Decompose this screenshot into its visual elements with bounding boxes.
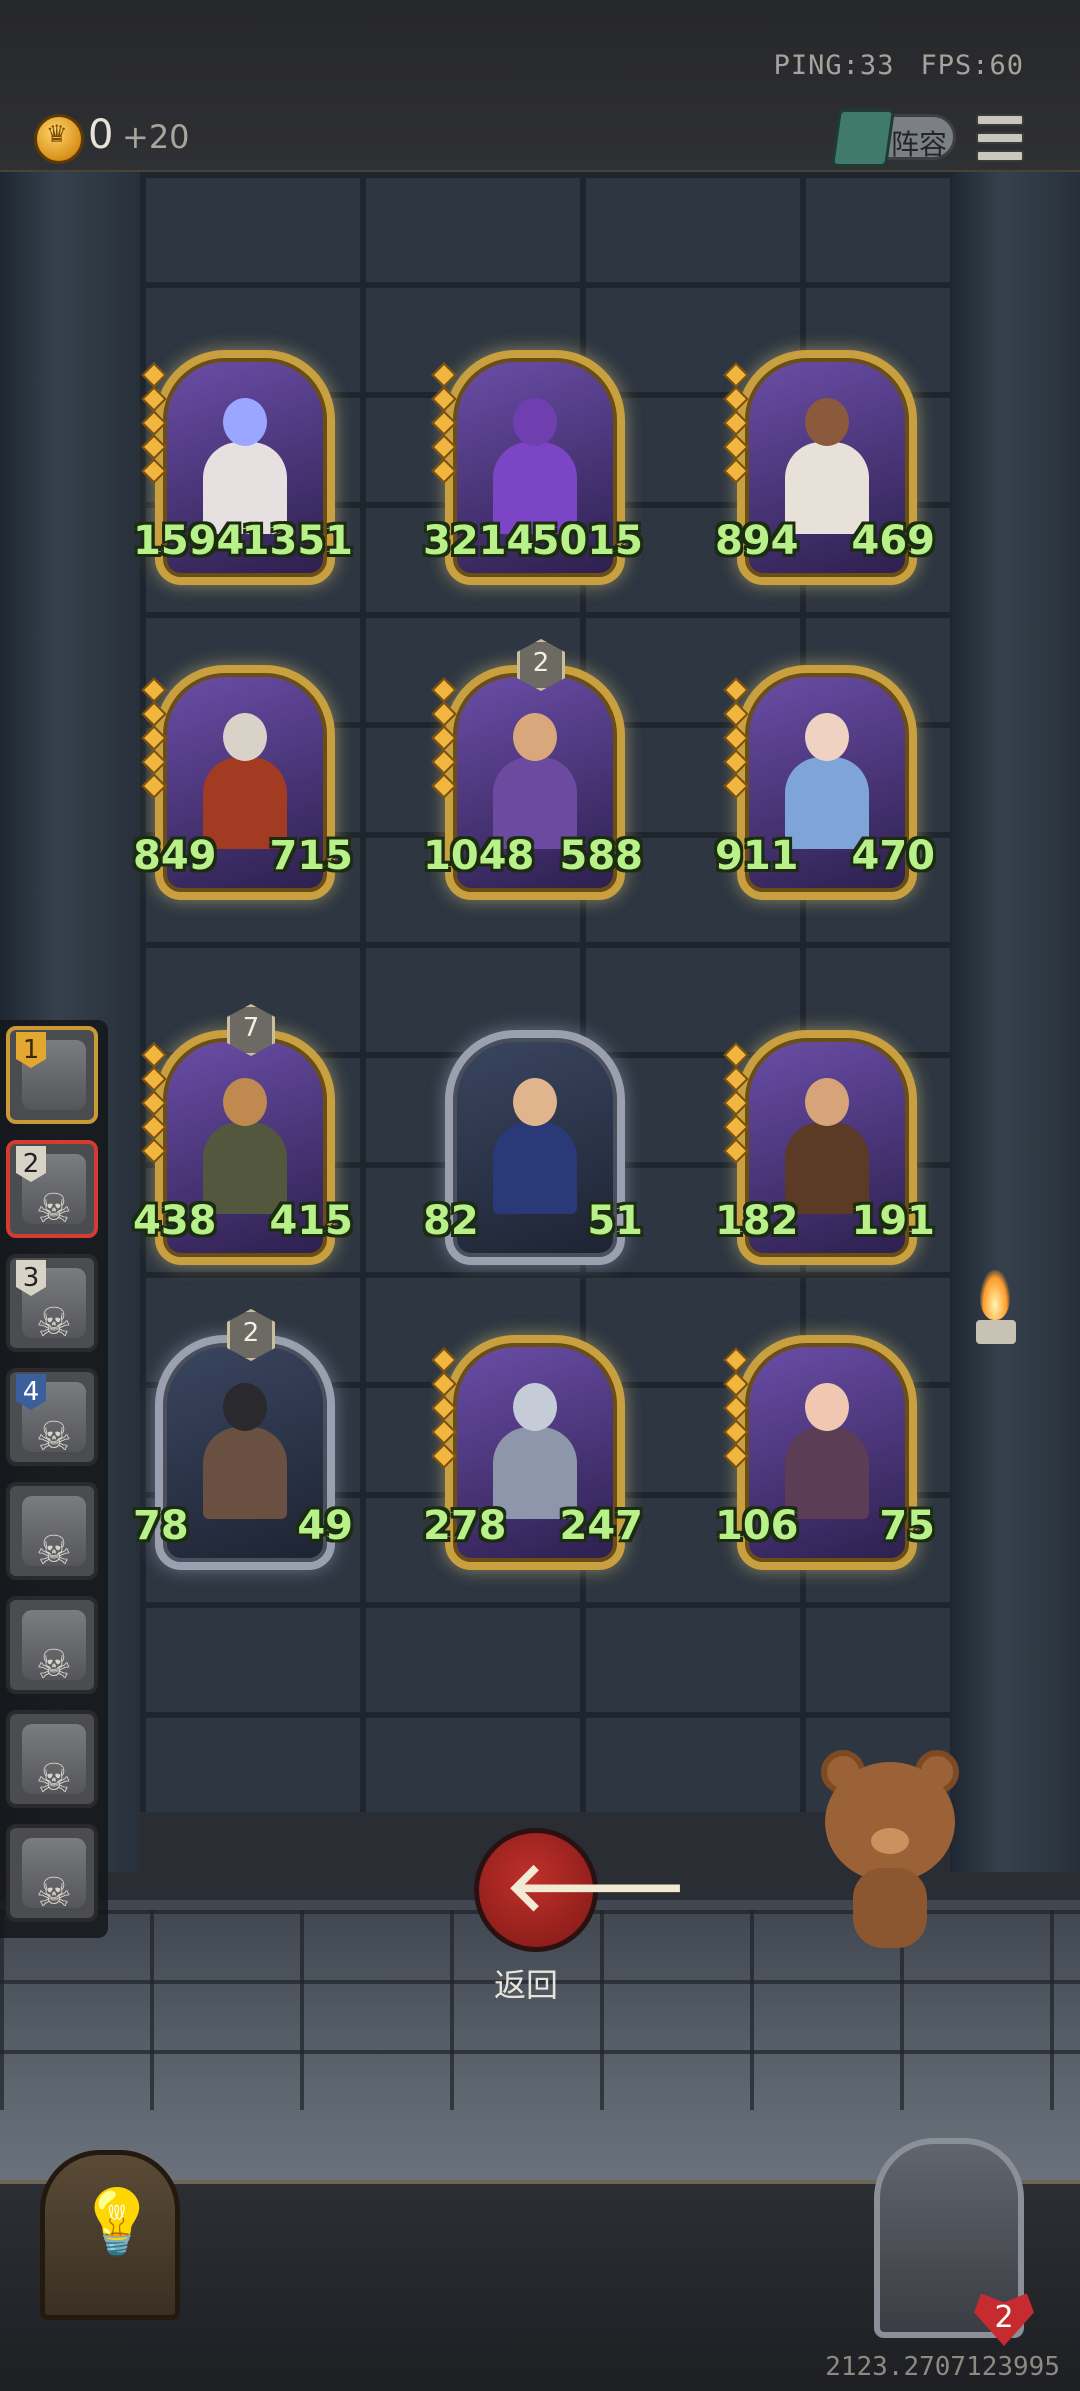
lightbulb-icon: 💡 — [77, 2186, 157, 2260]
menu-button[interactable] — [976, 114, 1024, 162]
top-bar: PING:33 FPS:60 0 +20 阵容 — [0, 0, 1080, 173]
star-gems-icon — [141, 1042, 167, 1166]
torch-icon — [976, 1270, 1016, 1344]
roster-slot[interactable]: ☠ — [6, 1482, 98, 1580]
hero-card[interactable]: 7 438 415 — [133, 1004, 353, 1265]
attack-value: 849 — [133, 833, 217, 879]
gold-coin-icon — [34, 114, 84, 164]
attack-value: 82 — [423, 1198, 479, 1244]
health-value: 191 — [851, 1198, 936, 1244]
star-gems-icon — [431, 1347, 457, 1471]
star-gems-icon — [431, 362, 457, 486]
hero-portrait — [185, 699, 305, 849]
health-value: 470 — [851, 833, 936, 879]
hint-button[interactable]: 💡 — [40, 2150, 180, 2320]
health-value: 51 — [587, 1198, 643, 1244]
hero-portrait — [767, 1369, 887, 1519]
hero-card[interactable]: 3214 5015 — [423, 350, 643, 585]
attack-value: 1048 — [423, 833, 535, 879]
attack-value: 278 — [423, 1503, 507, 1549]
hero-card[interactable]: 2 78 49 — [133, 1309, 353, 1570]
health-value: 247 — [559, 1503, 644, 1549]
star-gems-icon — [723, 1042, 749, 1166]
roster-slot[interactable]: ☠ — [6, 1710, 98, 1808]
hero-portrait — [475, 699, 595, 849]
game-seed: 2123.2707123995 — [825, 2352, 1060, 2382]
attack-value: 182 — [715, 1198, 799, 1244]
attack-value: 438 — [133, 1198, 217, 1244]
health-value: 49 — [297, 1503, 353, 1549]
hero-card[interactable]: 82 51 — [423, 1030, 643, 1265]
bear-mascot[interactable] — [815, 1750, 965, 1960]
health-value: 588 — [559, 833, 644, 879]
star-gems-icon — [141, 677, 167, 801]
star-gems-icon — [431, 677, 457, 801]
hero-card[interactable]: 911 470 — [715, 665, 935, 900]
hero-portrait — [185, 1064, 305, 1214]
star-gems-icon — [141, 362, 167, 486]
hero-portrait — [185, 384, 305, 534]
health-value: 469 — [851, 518, 936, 564]
roster-slot[interactable]: 1 — [6, 1026, 98, 1124]
lineup-button[interactable]: 阵容 — [830, 109, 956, 167]
gold-income: +20 — [122, 118, 190, 156]
attack-value: 894 — [715, 518, 799, 564]
roster-slot[interactable]: ☠ 4 — [6, 1368, 98, 1466]
roster-slot[interactable]: ☠ 2 — [6, 1140, 98, 1238]
menu-icon — [976, 114, 1024, 126]
hero-card[interactable]: 278 247 — [423, 1335, 643, 1570]
skull-icon: ☠ — [36, 1870, 72, 1916]
health-value: 715 — [269, 833, 354, 879]
hero-card[interactable]: 2 1048 588 — [423, 639, 643, 900]
hero-portrait — [475, 1064, 595, 1214]
attack-value: 3214 — [423, 518, 535, 564]
roster-slot[interactable]: ☠ 3 — [6, 1254, 98, 1352]
hero-portrait — [475, 384, 595, 534]
star-gems-icon — [723, 1347, 749, 1471]
star-gems-icon — [723, 677, 749, 801]
skull-icon: ☠ — [36, 1756, 72, 1802]
health-value: 415 — [269, 1198, 354, 1244]
lives-count: 2 — [994, 2300, 1014, 2335]
attack-value: 911 — [715, 833, 799, 879]
skull-icon: ☠ — [36, 1642, 72, 1688]
hero-portrait — [767, 384, 887, 534]
hero-card[interactable]: 182 191 — [715, 1030, 935, 1265]
attack-value: 78 — [133, 1503, 189, 1549]
hero-portrait — [767, 699, 887, 849]
ping-readout: PING:33 — [773, 50, 895, 81]
roster-slot[interactable]: ☠ — [6, 1824, 98, 1922]
gold-count: 0 — [88, 112, 114, 158]
opponent-roster: 1 ☠ 2 ☠ 3 ☠ 4 ☠ ☠ ☠ ☠ — [0, 1020, 108, 1938]
arrow-left-icon: 🡐 — [505, 1848, 688, 1927]
book-icon — [830, 109, 896, 167]
skull-icon: ☠ — [36, 1300, 72, 1346]
star-gems-icon — [723, 362, 749, 486]
skull-icon: ☠ — [36, 1186, 72, 1232]
roster-slot[interactable]: ☠ — [6, 1596, 98, 1694]
hero-card[interactable]: 849 715 — [133, 665, 353, 900]
hero-card[interactable]: 106 75 — [715, 1335, 935, 1570]
back-label: 返回 — [494, 1966, 559, 2004]
back-button[interactable]: 🡐 — [474, 1828, 687, 1952]
skull-icon: ☠ — [36, 1414, 72, 1460]
hero-portrait — [185, 1369, 305, 1519]
health-value: 1351 — [241, 518, 353, 564]
skull-icon: ☠ — [36, 1528, 72, 1574]
hero-portrait — [767, 1064, 887, 1214]
fps-readout: FPS:60 — [920, 50, 1024, 81]
health-value: 5015 — [531, 518, 643, 564]
hero-card[interactable]: 894 469 — [715, 350, 935, 585]
health-value: 75 — [879, 1503, 935, 1549]
attack-value: 1594 — [133, 518, 245, 564]
attack-value: 106 — [715, 1503, 799, 1549]
lineup-label: 阵容 — [891, 128, 948, 161]
right-pillar — [950, 172, 1080, 1872]
network-stats: PING:33 FPS:60 — [748, 50, 1024, 81]
hero-portrait — [475, 1369, 595, 1519]
hero-card[interactable]: 1594 1351 — [133, 350, 353, 585]
